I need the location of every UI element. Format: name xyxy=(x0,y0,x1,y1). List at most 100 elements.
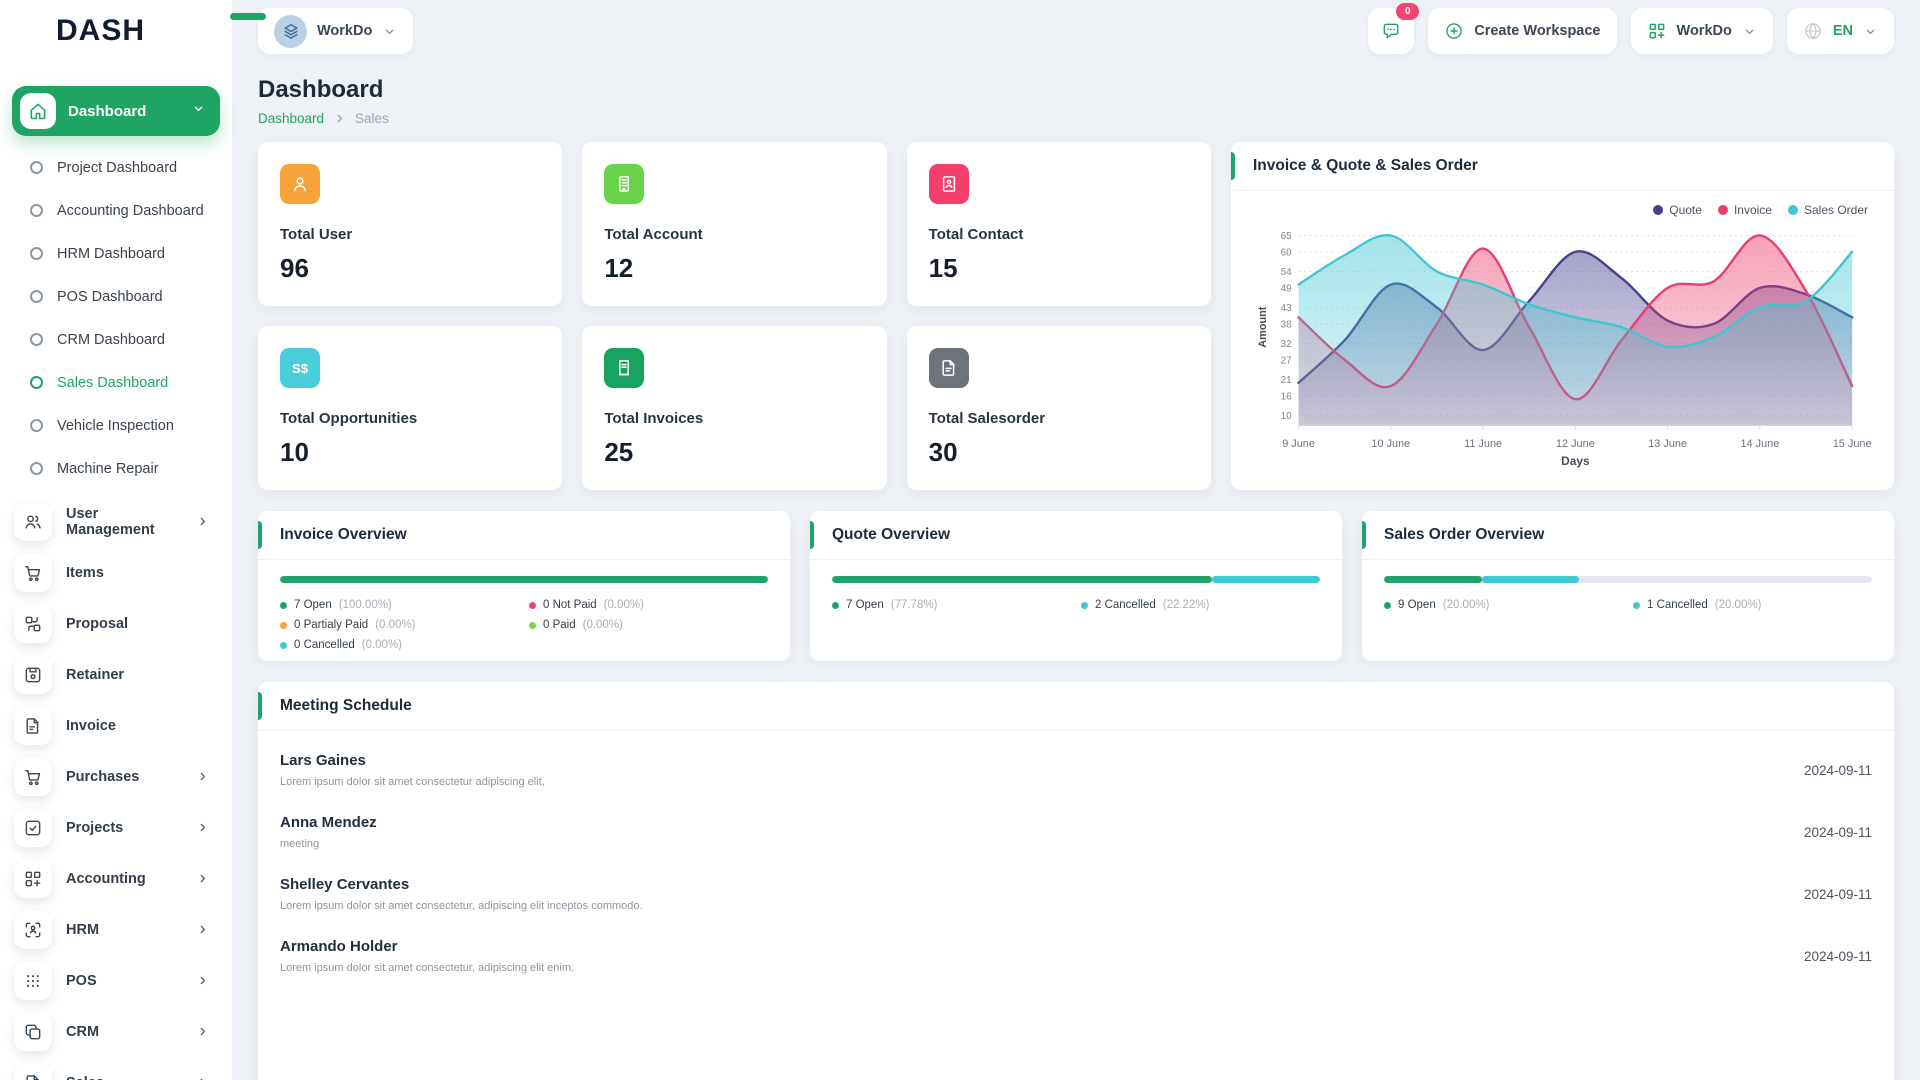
legend-dot-icon xyxy=(280,642,287,649)
chevron-right-icon xyxy=(332,111,347,126)
person-focus-icon-tile xyxy=(14,911,52,949)
chevron-down-icon xyxy=(1742,24,1757,39)
header-accent-bar xyxy=(810,521,814,549)
chart-legend: Quote Invoice Sales Order xyxy=(1231,191,1894,217)
sidebar-item-machine-repair[interactable]: Machine Repair xyxy=(12,447,220,490)
sidebar-item-project-dashboard[interactable]: Project Dashboard xyxy=(12,146,220,189)
dots-grid-icon-tile xyxy=(14,962,52,1000)
legend-percent: (20.00%) xyxy=(1443,599,1490,611)
sidebar-item-label: Sales xyxy=(66,1075,181,1080)
stat-label: Total Opportunities xyxy=(280,410,540,427)
legend-dot-icon xyxy=(1718,205,1728,215)
workspace-switcher[interactable]: WorkDo xyxy=(258,8,413,54)
svg-text:60: 60 xyxy=(1281,247,1293,258)
chevron-down-icon xyxy=(191,101,206,121)
sidebar-item-proposal[interactable]: Proposal xyxy=(12,598,220,649)
svg-text:10: 10 xyxy=(1281,411,1293,422)
card-header: Sales Order Overview xyxy=(1362,511,1894,560)
sidebar-item-retainer[interactable]: Retainer xyxy=(12,649,220,700)
sidebar-item-items[interactable]: Items xyxy=(12,547,220,598)
sidebar-item-vehicle-inspection[interactable]: Vehicle Inspection xyxy=(12,404,220,447)
sidebar-item-hrm[interactable]: HRM xyxy=(12,904,220,955)
overview-legend-item-cancelled: 0 Cancelled (0.00%) xyxy=(280,639,519,651)
header-accent-bar xyxy=(1231,152,1235,180)
sidebar-item-projects[interactable]: Projects xyxy=(12,802,220,853)
language-selector[interactable]: EN xyxy=(1787,8,1894,54)
meeting-attendee-name: Armando Holder xyxy=(280,938,1804,955)
sidebar-item-invoice[interactable]: Invoice xyxy=(12,700,220,751)
meeting-row-lars-gaines[interactable]: Lars GainesLorem ipsum dolor sit amet co… xyxy=(258,739,1894,801)
sidebar-item-user-management[interactable]: User Management xyxy=(12,496,220,547)
breadcrumb-dashboard-link[interactable]: Dashboard xyxy=(258,111,324,126)
svg-text:27: 27 xyxy=(1281,355,1293,366)
stat-value: 25 xyxy=(604,437,864,468)
meeting-card-header: Meeting Schedule xyxy=(258,682,1894,731)
meeting-row-shelley-cervantes[interactable]: Shelley CervantesLorem ipsum dolor sit a… xyxy=(258,863,1894,925)
sidebar-item-pos-dashboard[interactable]: POS Dashboard xyxy=(12,275,220,318)
sidebar-item-label: Dashboard xyxy=(68,103,179,120)
sidebar-item-label: Proposal xyxy=(66,616,210,632)
meeting-info: Anna Mendezmeeting xyxy=(280,814,1804,850)
sidebar-item-pos[interactable]: POS xyxy=(12,955,220,1006)
receipt-icon-tile xyxy=(604,348,644,388)
stat-card-total-salesorder: Total Salesorder30 xyxy=(907,326,1211,490)
sidebar-item-crm[interactable]: CRM xyxy=(12,1006,220,1057)
sidebar-item-hrm-dashboard[interactable]: HRM Dashboard xyxy=(12,232,220,275)
legend-item-quote[interactable]: Quote xyxy=(1653,203,1702,217)
workdo-menu-label: WorkDo xyxy=(1677,23,1732,39)
legend-percent: (100.00%) xyxy=(339,599,392,611)
sidebar-item-accounting[interactable]: Accounting xyxy=(12,853,220,904)
bullet-circle-icon xyxy=(30,290,43,303)
progress-segment xyxy=(280,576,768,583)
sidebar-item-sales-dashboard[interactable]: Sales Dashboard xyxy=(12,361,220,404)
breadcrumb: Dashboard Sales xyxy=(258,111,1894,126)
chart-title: Invoice & Quote & Sales Order xyxy=(1253,157,1478,175)
meeting-attendee-name: Shelley Cervantes xyxy=(280,876,1804,893)
sidebar-item-sales[interactable]: Sales xyxy=(12,1057,220,1080)
building-icon xyxy=(614,174,634,194)
legend-percent: (20.00%) xyxy=(1715,599,1762,611)
sidebar-item-label: Vehicle Inspection xyxy=(57,418,174,434)
messages-button[interactable]: 0 xyxy=(1368,8,1414,54)
sidebar-item-crm-dashboard[interactable]: CRM Dashboard xyxy=(12,318,220,361)
bullet-circle-icon xyxy=(30,419,43,432)
legend-dot-icon xyxy=(1633,602,1640,609)
meeting-row-armando-holder[interactable]: Armando Holder Lorem ipsum dolor sit amet… xyxy=(258,925,1894,987)
legend-count-label: 7 Open xyxy=(294,599,332,611)
invoice-icon xyxy=(23,716,43,736)
svg-text:21: 21 xyxy=(1281,375,1293,386)
legend-item-invoice[interactable]: Invoice xyxy=(1718,203,1772,217)
overview-legend-item-cancelled: 2 Cancelled (22.22%) xyxy=(1081,599,1320,611)
bullet-circle-icon xyxy=(30,204,43,217)
grid-plus-icon xyxy=(1647,21,1667,41)
svg-text:54: 54 xyxy=(1281,267,1293,278)
sidebar-item-accounting-dashboard[interactable]: Accounting Dashboard xyxy=(12,189,220,232)
dots-grid-icon xyxy=(23,971,43,991)
meeting-attendee-name: Lars Gaines xyxy=(280,752,1804,769)
meeting-schedule-card: Meeting Schedule Lars GainesLorem ipsum … xyxy=(258,682,1894,1080)
sidebar-item-purchases[interactable]: Purchases xyxy=(12,751,220,802)
meeting-row-anna-mendez[interactable]: Anna Mendezmeeting2024-09-11 xyxy=(258,801,1894,863)
legend-item-sales-order[interactable]: Sales Order xyxy=(1788,203,1868,217)
sidebar-item-label: POS xyxy=(66,973,181,989)
legend-dot-icon xyxy=(1653,205,1663,215)
sales-order-overview-card: Sales Order Overview9 Open (20.00%)1 Can… xyxy=(1362,511,1894,661)
sales-chart-card: Invoice & Quote & Sales Order Quote Invoi… xyxy=(1231,142,1894,490)
card-body: 9 Open (20.00%)1 Cancelled (20.00%) xyxy=(1362,560,1894,621)
overview-legend-item-paid: 0 Paid (0.00%) xyxy=(529,619,768,631)
workdo-menu-button[interactable]: WorkDo xyxy=(1631,8,1773,54)
user-icon-tile xyxy=(280,164,320,204)
home-icon-tile xyxy=(20,93,56,129)
chevron-right-icon xyxy=(195,514,210,529)
chevron-right-icon xyxy=(195,769,210,784)
create-workspace-button[interactable]: Create Workspace xyxy=(1428,8,1616,54)
meeting-description: Lorem ipsum dolor sit amet consectetur, … xyxy=(280,962,1804,974)
chevron-down-icon xyxy=(1863,24,1878,39)
workspace-avatar xyxy=(274,15,307,48)
sidebar-item-dashboard[interactable]: Dashboard xyxy=(12,86,220,136)
svg-text:49: 49 xyxy=(1281,283,1293,294)
brand-logo[interactable]: DASH xyxy=(0,0,232,62)
cart-icon-tile xyxy=(14,758,52,796)
sidebar-item-label: Retainer xyxy=(66,667,210,683)
legend-count-label: 9 Open xyxy=(1398,599,1436,611)
